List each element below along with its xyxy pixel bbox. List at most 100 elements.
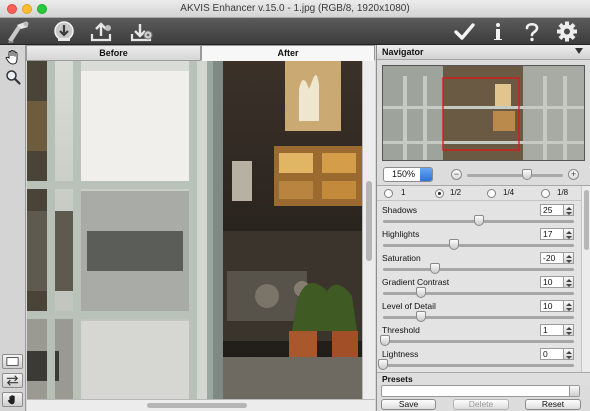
param-value-field[interactable]: 25 [540, 204, 564, 216]
param-label: Saturation [382, 253, 421, 263]
split-preview-photo [27, 61, 362, 399]
param-slider-track[interactable] [383, 340, 574, 343]
help-icon[interactable] [519, 19, 545, 44]
param-value-field[interactable]: 1 [540, 324, 564, 336]
param-value-field[interactable]: 10 [540, 276, 564, 288]
param-stepper[interactable] [564, 276, 574, 288]
delete-preset-button[interactable]: Delete [453, 399, 509, 410]
param-stepper[interactable] [564, 348, 574, 360]
window-title: AKVIS Enhancer v.15.0 - 1.jpg (RGB/8, 19… [180, 3, 410, 14]
param-slider-track[interactable] [383, 292, 574, 295]
param-gradient-contrast: Gradient Contrast 10 [377, 275, 581, 299]
param-stepper[interactable] [564, 324, 574, 336]
zoom-slider-knob[interactable] [521, 169, 532, 180]
batch-process-icon[interactable] [127, 19, 155, 44]
settings-scrollbar[interactable] [581, 186, 590, 382]
navigator-menu-arrow-icon[interactable] [575, 48, 583, 54]
scale-radio-1-4[interactable] [487, 189, 496, 198]
zoom-out-button[interactable]: − [451, 169, 462, 180]
scale-radio-1-8[interactable] [541, 189, 550, 198]
settings-scroll-thumb[interactable] [584, 190, 589, 250]
param-slider-track[interactable] [383, 244, 574, 247]
param-stepper[interactable] [564, 204, 574, 216]
tab-after[interactable]: After [201, 45, 375, 61]
chevron-down-icon [569, 386, 579, 396]
apply-check-icon[interactable] [450, 19, 478, 44]
settings-area: 1 1/2 1/4 1/8 Shadows 25 Highlights 17 S… [377, 185, 590, 382]
zoom-in-button[interactable]: + [568, 169, 579, 180]
single-view-icon[interactable] [2, 354, 23, 369]
param-level-of-detail: Level of Detail 10 [377, 299, 581, 323]
param-stepper[interactable] [564, 252, 574, 264]
param-slider-knob[interactable] [429, 263, 440, 274]
param-label: Lightness [382, 349, 419, 359]
param-label: Threshold [382, 325, 420, 335]
param-stepper[interactable] [564, 300, 574, 312]
zoom-row: 150% − + [377, 166, 590, 184]
info-icon[interactable] [486, 19, 510, 44]
scale-radio-1-2[interactable] [435, 189, 444, 198]
param-value-field[interactable]: 17 [540, 228, 564, 240]
scale-label-1-8: 1/8 [557, 188, 569, 197]
zoom-slider-track[interactable] [467, 174, 563, 177]
param-stepper[interactable] [564, 228, 574, 240]
param-slider-track[interactable] [383, 364, 574, 367]
app-logo-icon [4, 19, 34, 44]
param-label: Highlights [382, 229, 420, 239]
save-image-icon[interactable] [87, 19, 115, 44]
reset-preset-button[interactable]: Reset [525, 399, 581, 410]
navigator-thumbnail[interactable] [382, 65, 585, 161]
tool-column [0, 45, 26, 411]
hand-bottom-icon[interactable] [2, 392, 23, 407]
navigator-title: Navigator [382, 47, 424, 57]
param-highlights: Highlights 17 [377, 227, 581, 251]
zoom-select[interactable]: 150% [383, 167, 433, 182]
scale-label-1: 1 [401, 188, 406, 197]
param-slider-knob[interactable] [379, 335, 390, 346]
horizontal-scrollbar[interactable] [27, 399, 375, 411]
param-slider-knob[interactable] [416, 287, 427, 298]
chevron-updown-icon [420, 168, 432, 181]
param-shadows: Shadows 25 [377, 203, 581, 227]
image-canvas[interactable] [27, 61, 362, 399]
param-value-field[interactable]: 0 [540, 348, 564, 360]
title-bar: AKVIS Enhancer v.15.0 - 1.jpg (RGB/8, 19… [0, 0, 590, 18]
param-value-field[interactable]: -20 [540, 252, 564, 264]
param-slider-knob[interactable] [448, 239, 459, 250]
save-preset-button[interactable]: Save [381, 399, 436, 410]
presets-header: Presets [377, 372, 590, 385]
tab-before[interactable]: Before [26, 45, 201, 61]
processing-scale-row: 1 1/2 1/4 1/8 [377, 186, 581, 201]
param-label: Shadows [382, 205, 417, 215]
settings-gear-icon[interactable] [553, 19, 581, 44]
view-tabs: Before After [26, 45, 375, 61]
swap-view-icon[interactable] [2, 373, 23, 388]
presets-select[interactable] [381, 385, 580, 397]
param-slider-knob[interactable] [473, 215, 484, 226]
open-image-icon[interactable] [50, 19, 78, 44]
param-slider-knob[interactable] [416, 311, 427, 322]
zoom-icon[interactable] [4, 68, 22, 86]
param-label: Gradient Contrast [382, 277, 450, 287]
param-threshold: Threshold 1 [377, 323, 581, 347]
param-lightness: Lightness 0 [377, 347, 581, 371]
toolbar [0, 18, 590, 45]
param-slider-track[interactable] [383, 268, 574, 271]
scale-label-1-4: 1/4 [503, 188, 515, 197]
app-window: AKVIS Enhancer v.15.0 - 1.jpg (RGB/8, 19… [0, 0, 590, 411]
horizontal-scroll-thumb[interactable] [147, 403, 247, 408]
scale-label-1-2: 1/2 [450, 188, 462, 197]
param-slider-knob[interactable] [378, 359, 388, 370]
presets-title: Presets [382, 374, 413, 384]
vertical-scroll-thumb[interactable] [366, 181, 372, 261]
param-label: Level of Detail [382, 301, 436, 311]
zoom-value: 150% [392, 169, 416, 179]
scale-radio-1[interactable] [384, 189, 393, 198]
settings-panel: Navigator 150% − + 1 1/2 1/4 1/8 Shadows… [376, 45, 590, 411]
param-saturation: Saturation -20 [377, 251, 581, 275]
hand-icon[interactable] [4, 48, 22, 66]
param-slider-track[interactable] [383, 316, 574, 319]
navigator-header: Navigator [377, 45, 590, 60]
param-value-field[interactable]: 10 [540, 300, 564, 312]
vertical-scrollbar[interactable] [362, 61, 375, 399]
